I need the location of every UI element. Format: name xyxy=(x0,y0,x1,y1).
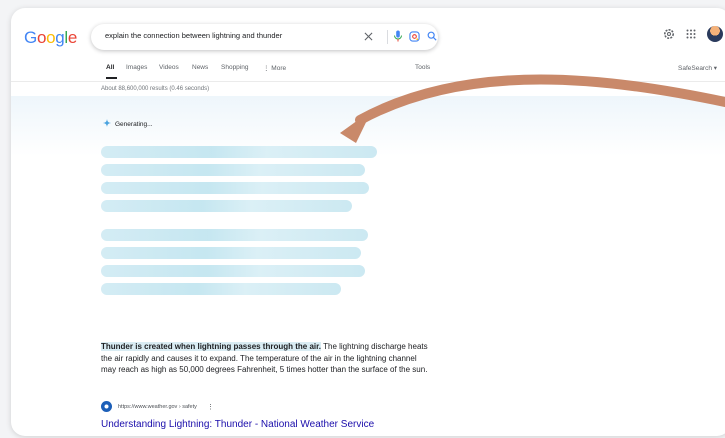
search-divider xyxy=(387,30,388,44)
tools-button[interactable]: Tools xyxy=(415,64,430,71)
results-count: About 88,600,000 results (0.46 seconds) xyxy=(101,86,210,92)
settings-icon[interactable] xyxy=(662,27,676,41)
safesearch-button[interactable]: SafeSearch ▾ xyxy=(678,64,717,72)
loading-placeholder-line xyxy=(101,229,368,241)
mic-icon[interactable] xyxy=(391,29,405,43)
loading-placeholder-line xyxy=(101,182,369,194)
avatar[interactable] xyxy=(707,26,723,42)
loading-placeholder-line xyxy=(101,146,377,158)
tab-shopping[interactable]: Shopping xyxy=(221,64,248,71)
result-title-link[interactable]: Understanding Lightning: Thunder - Natio… xyxy=(101,419,374,430)
browser-frame: Google explain the connection between li… xyxy=(11,8,725,436)
sparkle-icon xyxy=(103,119,111,129)
loading-placeholder-line xyxy=(101,283,341,295)
apps-icon[interactable] xyxy=(684,27,698,41)
logo-letter-2: o xyxy=(36,28,47,47)
active-tab-indicator xyxy=(106,77,117,79)
clear-icon[interactable] xyxy=(361,29,375,43)
loading-placeholder-line xyxy=(101,247,361,259)
loading-placeholder-line xyxy=(101,164,365,176)
tab-images[interactable]: Images xyxy=(126,64,147,71)
logo-letter-3: o xyxy=(46,28,56,47)
tab-more[interactable]: ⋮ More xyxy=(263,64,286,72)
ai-generating-status: Generating... xyxy=(103,119,153,129)
more-options-icon[interactable]: ⋮ xyxy=(207,403,214,411)
noaa-favicon-icon xyxy=(101,401,112,412)
snippet-highlight: Thunder is created when lightning passes… xyxy=(101,342,322,351)
search-icon[interactable] xyxy=(425,29,439,43)
loading-placeholder-line xyxy=(101,200,352,212)
logo-letter-6: e xyxy=(67,28,78,47)
generating-label: Generating... xyxy=(115,120,153,128)
tab-videos[interactable]: Videos xyxy=(159,64,179,71)
tab-all[interactable]: All xyxy=(106,64,114,71)
loading-placeholder-line xyxy=(101,265,365,277)
search-input[interactable]: explain the connection between lightning… xyxy=(105,31,282,40)
lens-icon[interactable] xyxy=(407,29,421,43)
logo-letter-1: G xyxy=(24,28,37,47)
google-logo[interactable]: Google xyxy=(24,28,77,48)
snippet-source[interactable]: https://www.weather.gov › safety ⋮ xyxy=(101,401,214,412)
search-box[interactable]: explain the connection between lightning… xyxy=(91,24,438,50)
featured-snippet: Thunder is created when lightning passes… xyxy=(101,341,431,376)
tab-news[interactable]: News xyxy=(192,64,208,71)
header-divider xyxy=(11,81,725,82)
source-url[interactable]: https://www.weather.gov › safety xyxy=(118,404,197,410)
